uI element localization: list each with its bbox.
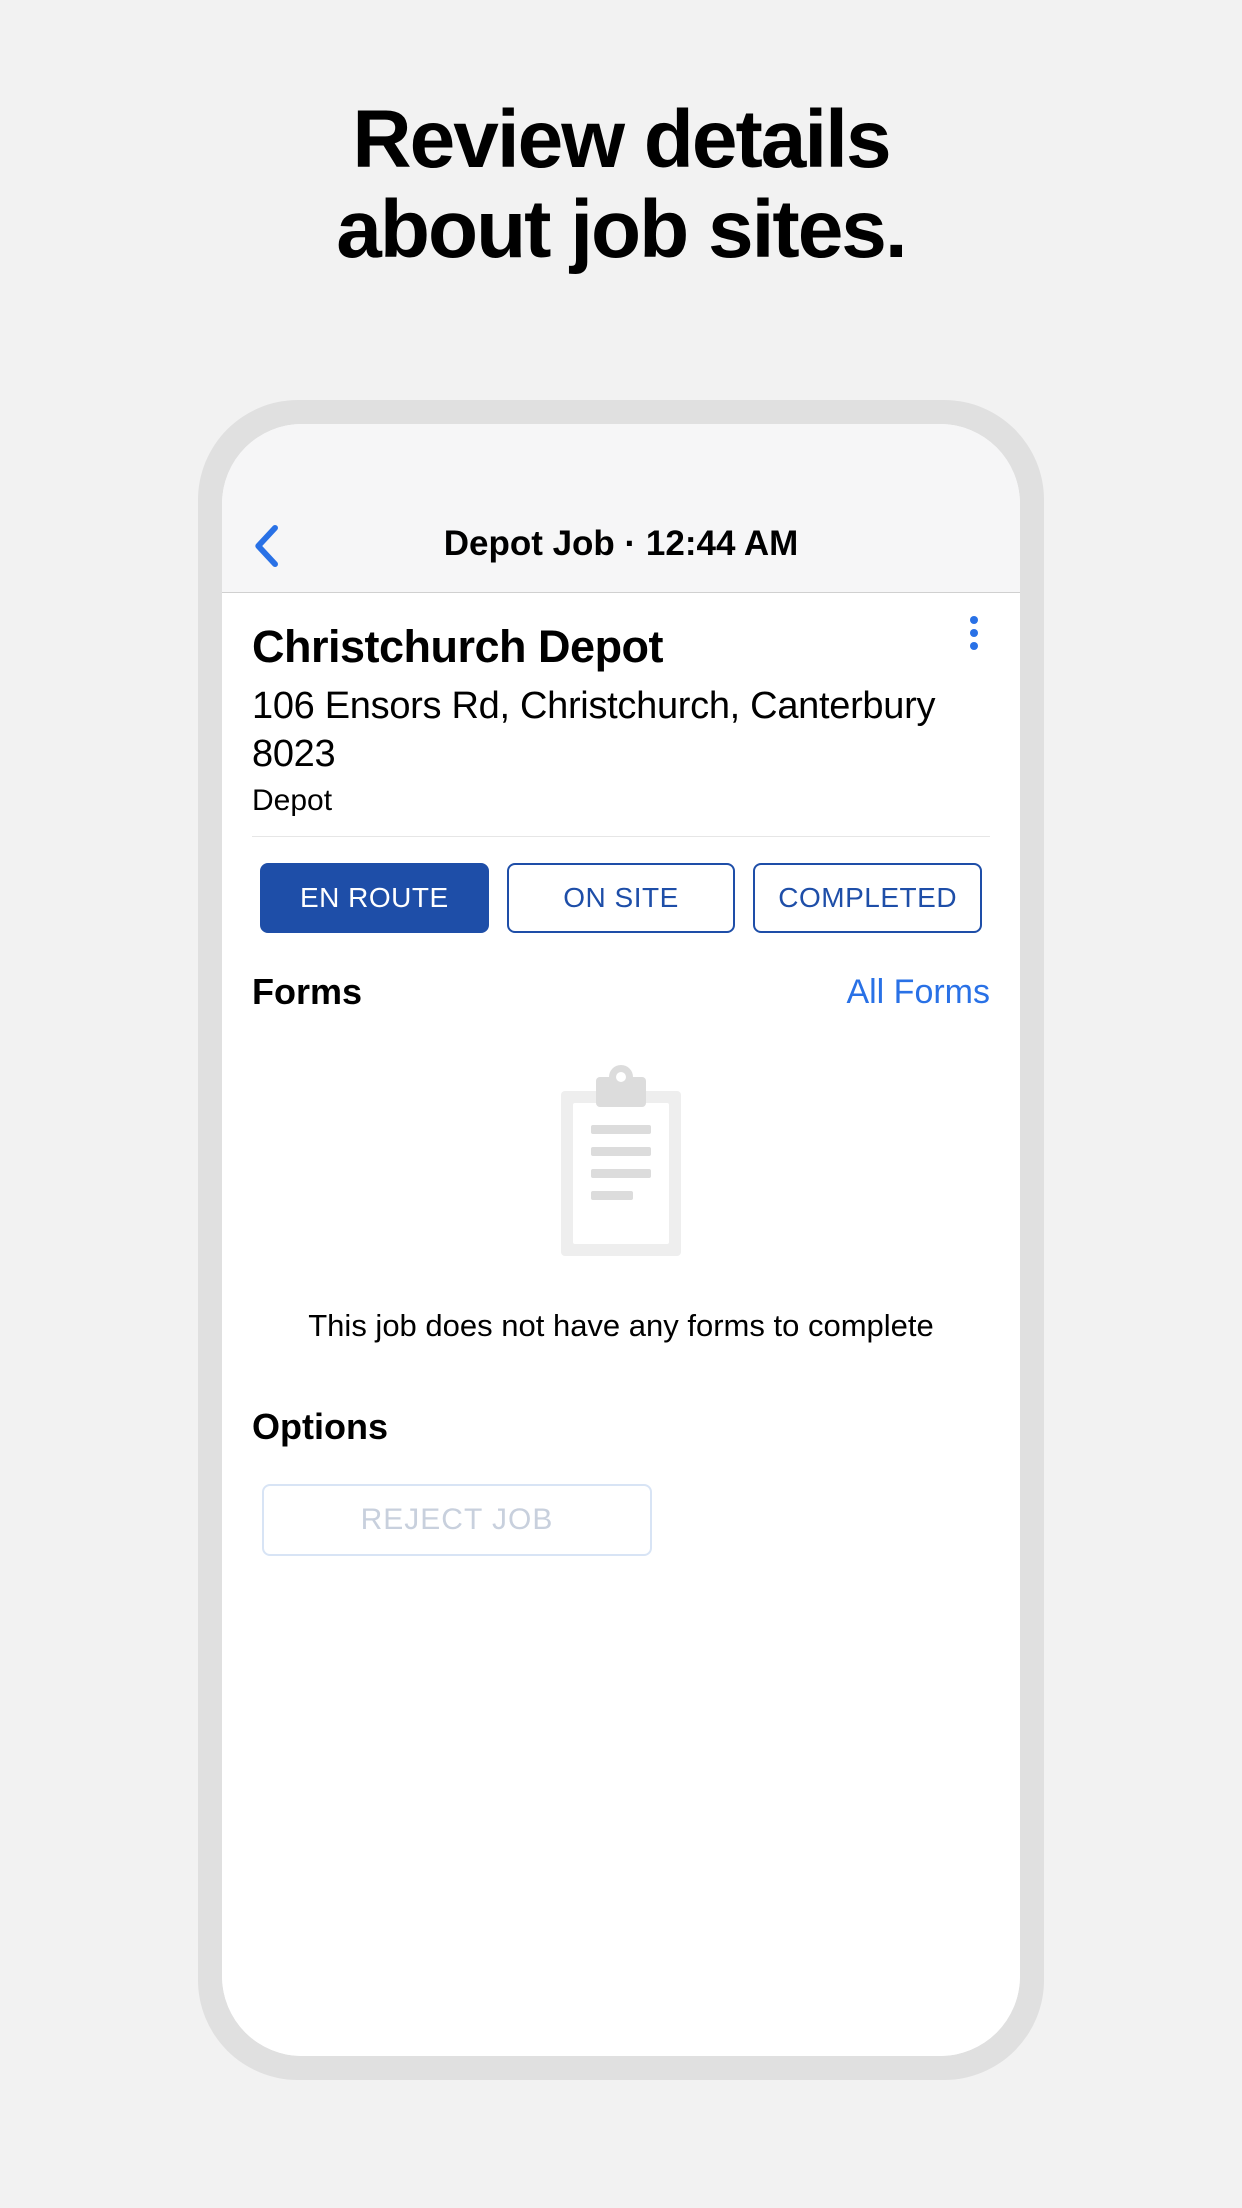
nav-bar: Depot Job · 12:44 AM <box>222 424 1020 593</box>
en-route-button[interactable]: EN ROUTE <box>260 863 489 933</box>
content-area: Christchurch Depot 106 Ensors Rd, Christ… <box>222 593 1020 2056</box>
on-site-button[interactable]: ON SITE <box>507 863 736 933</box>
nav-title: Depot Job · 12:44 AM <box>222 524 1020 564</box>
clipboard-icon <box>551 1063 691 1268</box>
empty-forms-state: This job does not have any forms to comp… <box>222 1013 1020 1372</box>
job-header: Christchurch Depot 106 Ensors Rd, Christ… <box>222 593 1020 836</box>
status-button-row: EN ROUTE ON SITE COMPLETED <box>222 837 1020 959</box>
headline-line-1: Review details <box>0 95 1242 185</box>
chevron-left-icon <box>253 524 279 568</box>
empty-forms-message: This job does not have any forms to comp… <box>252 1308 990 1344</box>
job-address: 106 Ensors Rd, Christchurch, Canterbury … <box>252 683 990 778</box>
phone-screen: Depot Job · 12:44 AM Christchurch Depot … <box>222 424 1020 2056</box>
forms-heading: Forms <box>252 971 362 1013</box>
job-type: Depot <box>252 784 990 818</box>
reject-job-button[interactable]: REJECT JOB <box>262 1484 652 1556</box>
more-vertical-icon <box>970 616 978 624</box>
options-heading: Options <box>252 1406 990 1448</box>
completed-button[interactable]: COMPLETED <box>753 863 982 933</box>
headline-line-2: about job sites. <box>0 185 1242 275</box>
job-title: Christchurch Depot <box>252 621 990 673</box>
options-section: Options REJECT JOB <box>222 1372 1020 1556</box>
back-button[interactable] <box>246 524 286 568</box>
marketing-headline: Review details about job sites. <box>0 95 1242 275</box>
forms-header: Forms All Forms <box>222 959 1020 1013</box>
more-options-button[interactable] <box>954 613 994 653</box>
phone-frame: Depot Job · 12:44 AM Christchurch Depot … <box>198 400 1044 2080</box>
all-forms-link[interactable]: All Forms <box>846 973 990 1012</box>
